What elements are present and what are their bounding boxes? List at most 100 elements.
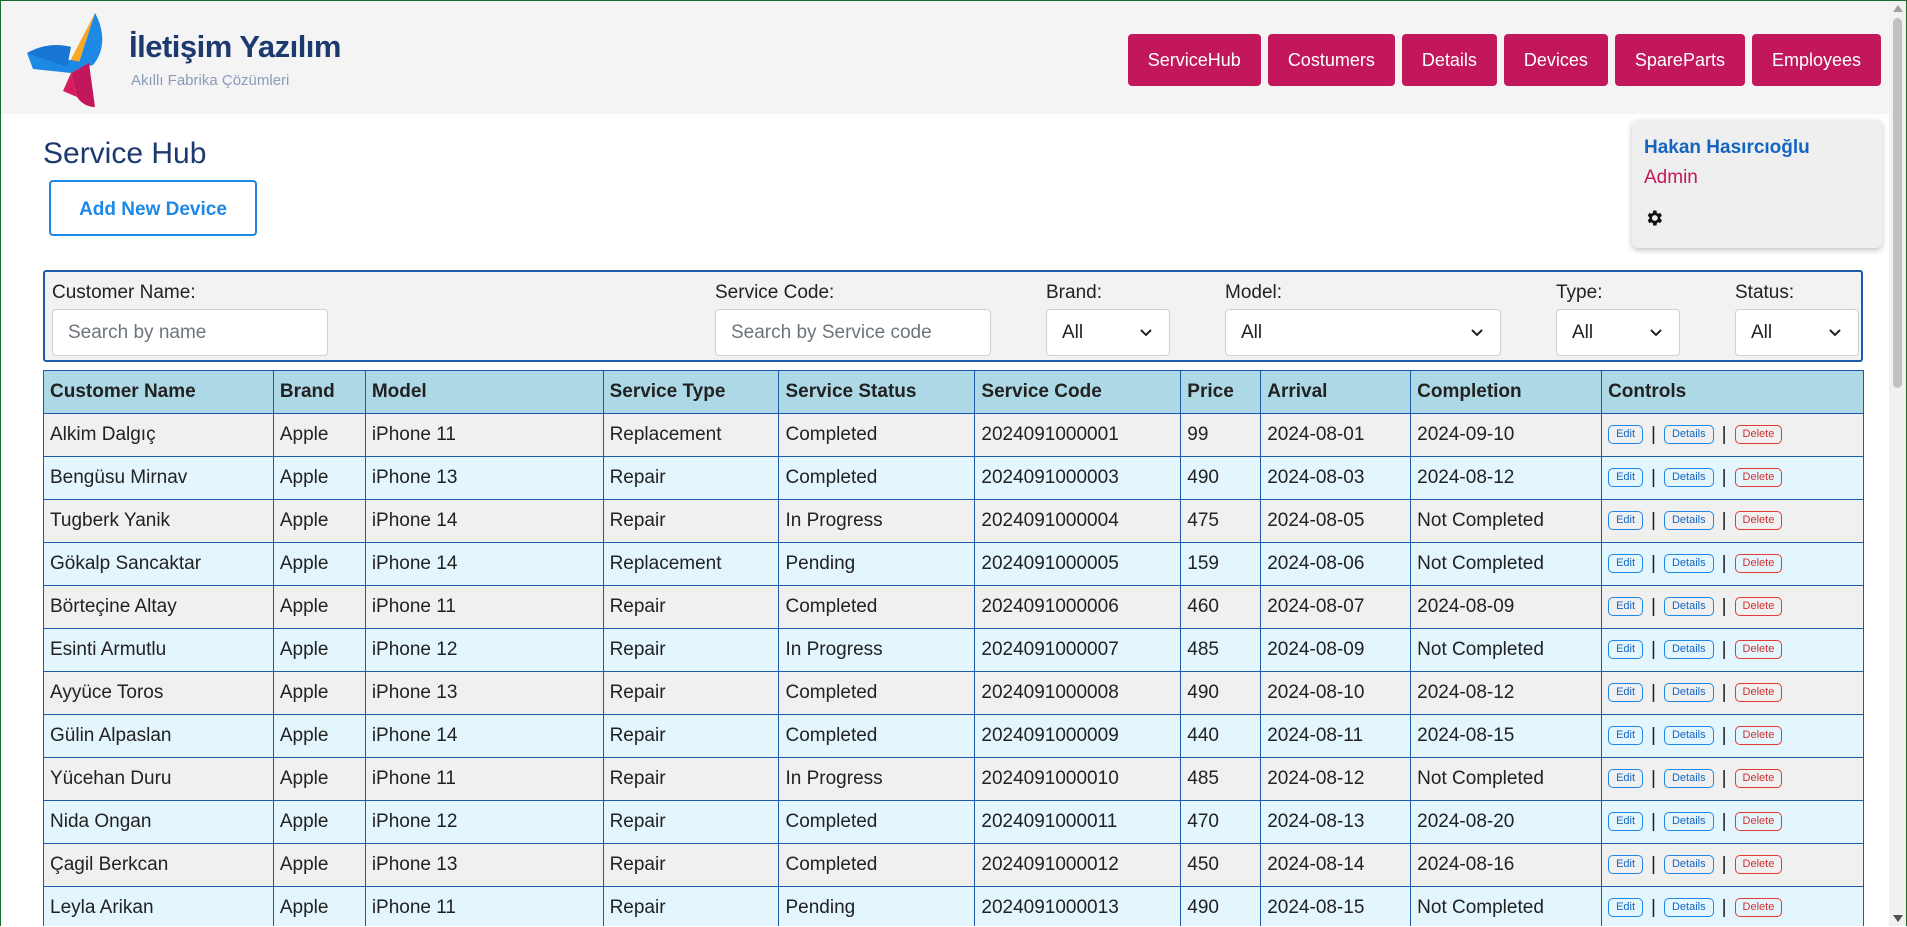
table-row[interactable]: Bengüsu Mirnav Apple iPhone 13 Repair Comple… (43, 456, 1864, 500)
controls-separator: | (1721, 853, 1727, 875)
column-header[interactable]: Service Type (602, 370, 780, 414)
edit-button[interactable]: Edit (1608, 554, 1644, 574)
table-row[interactable]: Çagil Berkcan Apple iPhone 13 Repair Complet… (43, 843, 1864, 887)
edit-button[interactable]: Edit (1608, 597, 1644, 617)
column-header[interactable]: Model (364, 370, 604, 414)
column-header: Controls (1601, 370, 1864, 414)
column-header[interactable]: Completion (1410, 370, 1603, 414)
details-button[interactable]: Details (1663, 683, 1714, 703)
delete-button[interactable]: Delete (1734, 898, 1783, 918)
table-cell: iPhone 11 (364, 585, 604, 629)
type-select[interactable]: All (1556, 309, 1680, 356)
column-header[interactable]: Service Code (974, 370, 1182, 414)
delete-button[interactable]: Delete (1734, 855, 1783, 875)
nav-servicehub-button[interactable]: ServiceHub (1127, 34, 1261, 86)
delete-button[interactable]: Delete (1734, 554, 1783, 574)
edit-button[interactable]: Edit (1608, 468, 1644, 488)
add-new-device-button[interactable]: Add New Device (49, 180, 257, 236)
details-button[interactable]: Details (1663, 898, 1714, 918)
details-button[interactable]: Details (1663, 812, 1714, 832)
column-header[interactable]: Price (1180, 370, 1262, 414)
controls-separator: | (1721, 509, 1727, 531)
delete-button[interactable]: Delete (1734, 597, 1783, 617)
scroll-up-arrow-icon[interactable] (1893, 5, 1903, 12)
delete-button[interactable]: Delete (1734, 511, 1783, 531)
column-header[interactable]: Customer Name (43, 370, 274, 414)
service-code-search-input[interactable] (715, 309, 991, 356)
edit-button[interactable]: Edit (1608, 769, 1644, 789)
column-header[interactable]: Brand (272, 370, 366, 414)
edit-button[interactable]: Edit (1608, 726, 1644, 746)
table-cell: In Progress (778, 499, 976, 543)
table-row[interactable]: Gökalp Sancaktar Apple iPhone 14 Replacemen… (43, 542, 1864, 586)
table-cell: 2024-09-10 (1410, 413, 1603, 457)
table-row[interactable]: Yücehan Duru Apple iPhone 11 Repair In Progr… (43, 757, 1864, 801)
brand-title: İletişim Yazılım (129, 29, 341, 64)
details-button[interactable]: Details (1663, 726, 1714, 746)
delete-button[interactable]: Delete (1734, 812, 1783, 832)
table-cell: Not Completed (1410, 499, 1603, 543)
edit-button[interactable]: Edit (1608, 812, 1644, 832)
delete-button[interactable]: Delete (1734, 425, 1783, 445)
edit-button[interactable]: Edit (1608, 898, 1644, 918)
vertical-scrollbar[interactable] (1889, 1, 1906, 926)
table-cell: 2024-08-20 (1410, 800, 1603, 844)
table-row[interactable]: Nida Ongan Apple iPhone 12 Repair Completed 2… (43, 800, 1864, 844)
edit-button[interactable]: Edit (1608, 640, 1644, 660)
edit-button[interactable]: Edit (1608, 511, 1644, 531)
details-button[interactable]: Details (1663, 640, 1714, 660)
edit-button[interactable]: Edit (1608, 855, 1644, 875)
nav-spareparts-button[interactable]: SpareParts (1614, 34, 1745, 86)
brand-logo[interactable]: İletişim Yazılım Akıllı Fabrika Çözümler… (27, 11, 367, 107)
table-cell: Replacement (602, 413, 780, 457)
table-cell: Repair (602, 499, 780, 543)
details-button[interactable]: Details (1663, 425, 1714, 445)
table-cell: Completed (778, 843, 976, 887)
customer-name-search-input[interactable] (52, 309, 328, 356)
table-cell: iPhone 11 (364, 886, 604, 926)
table-cell: Repair (602, 456, 780, 500)
delete-button[interactable]: Delete (1734, 640, 1783, 660)
table-cell: 2024-08-12 (1410, 671, 1603, 715)
nav-details-button[interactable]: Details (1401, 34, 1497, 86)
type-label: Type: (1556, 282, 1603, 303)
table-cell: Apple (272, 413, 366, 457)
table-cell: Not Completed (1410, 886, 1603, 926)
table-cell: 99 (1180, 413, 1262, 457)
nav-employees-button[interactable]: Employees (1751, 34, 1881, 86)
delete-button[interactable]: Delete (1734, 683, 1783, 703)
table-row[interactable]: Alkim Dalgıç Apple iPhone 11 Replacement Com… (43, 413, 1864, 457)
gear-icon[interactable] (1644, 208, 1664, 228)
details-button[interactable]: Details (1663, 554, 1714, 574)
details-button[interactable]: Details (1663, 597, 1714, 617)
table-row[interactable]: Esinti Armutlu Apple iPhone 12 Repair In Pro… (43, 628, 1864, 672)
delete-button[interactable]: Delete (1734, 468, 1783, 488)
edit-button[interactable]: Edit (1608, 425, 1644, 445)
details-button[interactable]: Details (1663, 511, 1714, 531)
controls-separator: | (1651, 681, 1656, 703)
table-row[interactable]: Gülin Alpaslan Apple iPhone 14 Repair Comple… (43, 714, 1864, 758)
status-select[interactable]: All (1735, 309, 1859, 356)
table-cell: Repair (602, 671, 780, 715)
table-row[interactable]: Ayyüce Toros Apple iPhone 13 Repair Complete… (43, 671, 1864, 715)
scroll-down-arrow-icon[interactable] (1893, 915, 1903, 922)
details-button[interactable]: Details (1663, 769, 1714, 789)
nav-costumers-button[interactable]: Costumers (1267, 34, 1395, 86)
nav-devices-button[interactable]: Devices (1503, 34, 1608, 86)
model-select[interactable]: All (1225, 309, 1501, 356)
table-cell: iPhone 12 (364, 800, 604, 844)
table-row[interactable]: Leyla Arikan Apple iPhone 11 Repair Pending 2… (43, 886, 1864, 926)
table-row[interactable]: Tugberk Yanik Apple iPhone 14 Repair In Prog… (43, 499, 1864, 543)
delete-button[interactable]: Delete (1734, 726, 1783, 746)
column-header[interactable]: Arrival (1260, 370, 1412, 414)
top-navbar: İletişim Yazılım Akıllı Fabrika Çözümler… (1, 1, 1906, 114)
scrollbar-thumb[interactable] (1893, 18, 1902, 388)
edit-button[interactable]: Edit (1608, 683, 1644, 703)
table-row[interactable]: Börteçine Altay Apple iPhone 11 Repair Compl… (43, 585, 1864, 629)
details-button[interactable]: Details (1663, 468, 1714, 488)
brand-select[interactable]: All (1046, 309, 1170, 356)
delete-button[interactable]: Delete (1734, 769, 1783, 789)
column-header[interactable]: Service Status (778, 370, 976, 414)
service-code-label: Service Code: (715, 282, 835, 303)
details-button[interactable]: Details (1663, 855, 1714, 875)
